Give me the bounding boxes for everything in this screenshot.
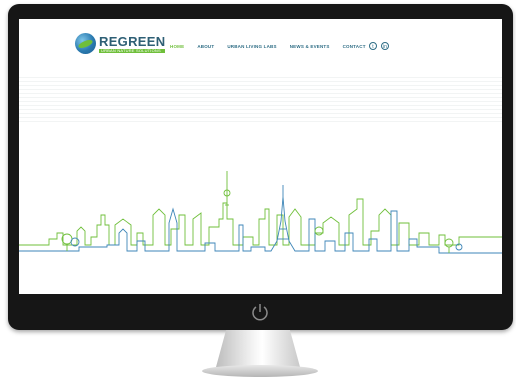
monitor-frame: REGREEN URBAN NATURE SOLUTIONS HOME ABOU…: [8, 4, 513, 330]
power-icon[interactable]: [249, 301, 271, 323]
city-skyline-illustration: [19, 171, 502, 254]
tv-tower: [223, 171, 231, 206]
website-screen: REGREEN URBAN NATURE SOLUTIONS HOME ABOU…: [19, 19, 502, 294]
monitor-stand-base: [202, 365, 318, 377]
skyline-green-line: [19, 198, 502, 246]
monitor-stand-neck: [216, 330, 300, 367]
trees: [61, 226, 463, 253]
